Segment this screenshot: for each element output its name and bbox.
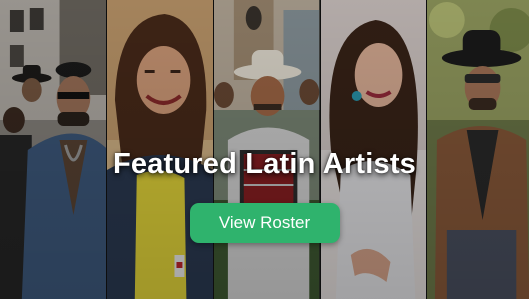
view-roster-button[interactable]: View Roster — [189, 203, 340, 243]
banner-overlay: Featured Latin Artists View Roster — [0, 0, 529, 299]
featured-artists-banner: Featured Latin Artists View Roster — [0, 0, 529, 299]
banner-headline: Featured Latin Artists — [112, 148, 417, 180]
